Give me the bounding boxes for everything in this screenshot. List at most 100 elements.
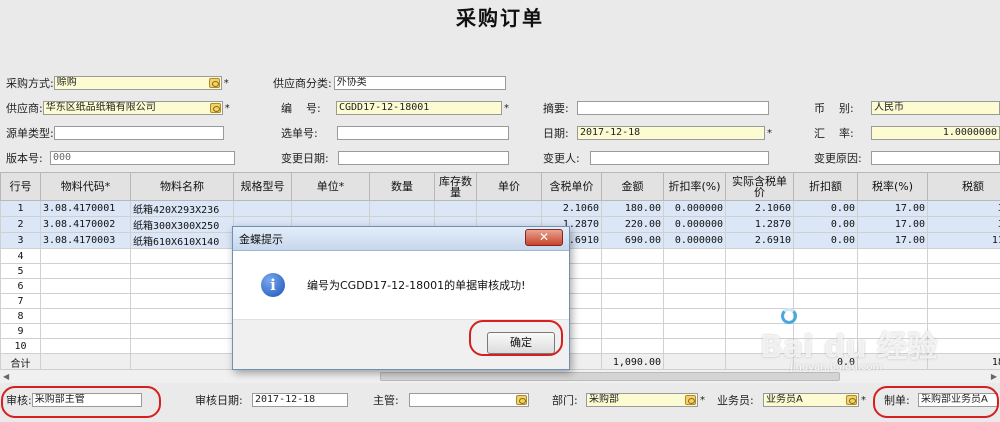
discount-amount[interactable]: 0.00	[793, 200, 858, 217]
change-reason-label: 变更原因:	[814, 152, 862, 165]
supplier-input[interactable]: 华东区纸品纸箱有限公司	[42, 101, 223, 115]
column-header[interactable]: 实际含税单价	[725, 172, 794, 201]
scroll-right-icon[interactable]: ▶	[991, 372, 997, 381]
change-date-field: 变更日期:	[281, 151, 509, 165]
currency-field: 币 别: 人民币	[814, 101, 1000, 115]
rate-label: 汇 率:	[814, 127, 854, 140]
scroll-left-icon[interactable]: ◀	[3, 372, 9, 381]
supervisor-label: 主管:	[373, 394, 399, 407]
material-code[interactable]: 3.08.4170002	[40, 216, 131, 233]
version-field: 版本号: 000	[6, 151, 235, 165]
watermark-url: jingyan.baidu.com	[790, 362, 883, 373]
amount[interactable]: 690.00	[601, 232, 664, 249]
column-header[interactable]: 规格型号	[233, 172, 292, 201]
discount-rate[interactable]: 0.000000	[663, 216, 726, 233]
total-tax: 185.	[927, 353, 1000, 369]
amount[interactable]: 220.00	[601, 216, 664, 233]
version-input[interactable]: 000	[50, 151, 235, 165]
purchase-method-input[interactable]: 赊购	[53, 76, 222, 90]
price-cell[interactable]	[476, 200, 542, 217]
audit-date-input[interactable]: 2017-12-18	[252, 393, 348, 407]
unit-cell[interactable]	[291, 200, 370, 217]
row-number: 9	[0, 323, 41, 339]
required-mark: *	[223, 77, 229, 89]
tax-rate[interactable]: 17.00	[857, 200, 928, 217]
selected-no-field: 选单号:	[281, 126, 509, 140]
change-date-input[interactable]	[338, 151, 509, 165]
column-header[interactable]: 物料名称	[130, 172, 234, 201]
salesman-input[interactable]: 业务员A	[763, 393, 859, 407]
currency-label: 币 别:	[814, 102, 854, 115]
selected-no-input[interactable]	[337, 126, 509, 140]
number-field: 编 号: CGDD17-12-18001 *	[281, 101, 509, 115]
tax-amount[interactable]: 37.	[927, 216, 1000, 233]
lookup-icon[interactable]	[516, 395, 527, 405]
stock-cell[interactable]	[434, 200, 477, 217]
column-header[interactable]: 折扣额	[793, 172, 858, 201]
currency-input[interactable]: 人民币	[871, 101, 1000, 115]
quantity-cell[interactable]	[369, 200, 435, 217]
column-header[interactable]: 行号	[0, 172, 41, 201]
lookup-icon[interactable]	[208, 78, 220, 88]
column-header[interactable]: 折扣率(%)	[663, 172, 726, 201]
discount-amount[interactable]: 0.00	[793, 232, 858, 249]
department-input[interactable]: 采购部	[586, 393, 698, 407]
column-header[interactable]: 库存数量	[434, 172, 477, 201]
table-row[interactable]: 1 3.08.4170001 纸箱420X293X236 2.1060 180.…	[0, 200, 1000, 217]
column-header[interactable]: 税额	[927, 172, 1000, 201]
changer-input[interactable]	[590, 151, 769, 165]
tax-amount[interactable]: 117.	[927, 232, 1000, 249]
tax-rate[interactable]: 17.00	[857, 216, 928, 233]
date-field: 日期: 2017-12-18 *	[543, 126, 772, 140]
source-type-input[interactable]	[53, 126, 224, 140]
supplier-field: 供应商: 华东区纸品纸箱有限公司 *	[6, 101, 230, 115]
material-name[interactable]: 纸箱420X293X236	[130, 200, 234, 217]
tax-amount[interactable]: 30.	[927, 200, 1000, 217]
discount-rate[interactable]: 0.000000	[663, 200, 726, 217]
summary-field: 摘要:	[543, 101, 769, 115]
supplier-category-input[interactable]: 外协类	[333, 76, 506, 90]
required-mark: *	[767, 127, 772, 139]
supervisor-input[interactable]	[409, 393, 529, 407]
supplier-category-field: 供应商分类: 外协类	[273, 76, 506, 90]
supervisor-field: 主管:	[373, 393, 529, 407]
purchase-method-label: 采购方式:	[6, 77, 54, 90]
dialog-close-button[interactable]: ✕	[525, 229, 563, 246]
row-number: 10	[0, 338, 41, 354]
discount-rate[interactable]: 0.000000	[663, 232, 726, 249]
info-icon: i	[261, 273, 285, 297]
number-input[interactable]: CGDD17-12-18001	[336, 101, 502, 115]
column-header[interactable]: 单位*	[291, 172, 370, 201]
change-reason-input[interactable]	[871, 151, 1000, 165]
scrollbar-thumb[interactable]	[380, 372, 840, 381]
changer-field: 变更人:	[543, 151, 769, 165]
dialog-title-bar[interactable]: 金蝶提示	[233, 227, 569, 251]
discount-amount[interactable]: 0.00	[793, 216, 858, 233]
lookup-icon[interactable]	[846, 395, 857, 405]
actual-price-with-tax[interactable]: 2.6910	[725, 232, 794, 249]
tax-rate[interactable]: 17.00	[857, 232, 928, 249]
material-code[interactable]: 3.08.4170001	[40, 200, 131, 217]
column-header[interactable]: 单价	[476, 172, 542, 201]
changer-label: 变更人:	[543, 152, 580, 165]
spec-cell[interactable]	[233, 200, 292, 217]
date-input[interactable]: 2017-12-18	[577, 126, 765, 140]
material-name[interactable]: 纸箱610X610X140	[130, 232, 234, 249]
amount[interactable]: 180.00	[601, 200, 664, 217]
audit-date-label: 审核日期:	[195, 394, 243, 407]
column-header[interactable]: 含税单价	[541, 172, 602, 201]
lookup-icon[interactable]	[685, 395, 696, 405]
column-header[interactable]: 金额	[601, 172, 664, 201]
column-header[interactable]: 税率(%)	[857, 172, 928, 201]
actual-price-with-tax[interactable]: 2.1060	[725, 200, 794, 217]
rate-input[interactable]: 1.0000000	[871, 126, 1000, 140]
column-header[interactable]: 物料代码*	[40, 172, 131, 201]
column-header[interactable]: 数量	[369, 172, 435, 201]
material-name[interactable]: 纸箱300X300X250	[130, 216, 234, 233]
highlight-circle-ok	[469, 320, 563, 356]
lookup-icon[interactable]	[209, 103, 221, 113]
material-code[interactable]: 3.08.4170003	[40, 232, 131, 249]
price-with-tax[interactable]: 2.1060	[541, 200, 602, 217]
actual-price-with-tax[interactable]: 1.2870	[725, 216, 794, 233]
summary-input[interactable]	[577, 101, 769, 115]
